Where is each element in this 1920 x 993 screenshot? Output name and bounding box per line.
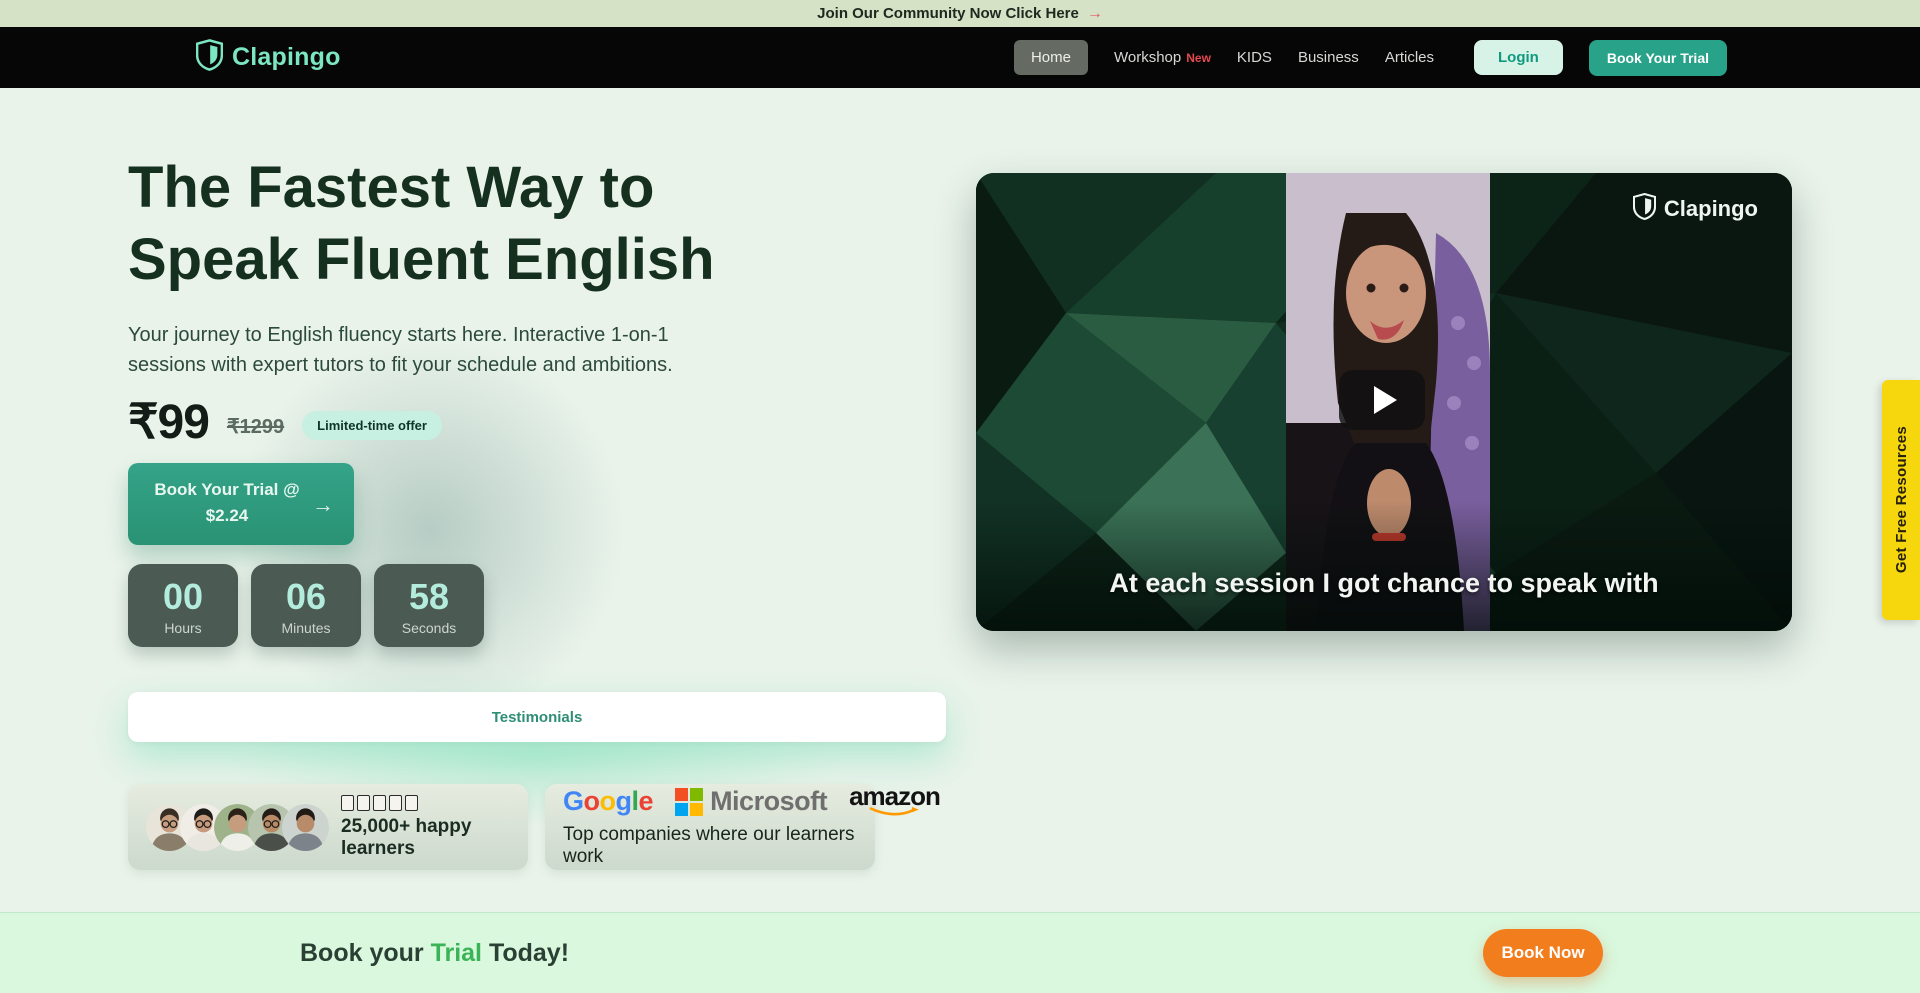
star-icon (357, 795, 370, 811)
community-banner-text: Join Our Community Now Click Here (817, 5, 1079, 22)
nav-links: Home WorkshopNew KIDS Business Articles … (1014, 40, 1727, 76)
hero-subtitle: Your journey to English fluency starts h… (128, 320, 738, 380)
star-icon (341, 795, 354, 811)
price-current: ₹99 (128, 394, 209, 450)
play-icon (1374, 386, 1397, 414)
free-resources-tab[interactable]: Get Free Resources (1882, 380, 1920, 620)
price-row: ₹99 ₹1299 Limited-time offer (128, 394, 442, 450)
price-old: ₹1299 (227, 414, 284, 439)
learner-avatars (146, 804, 329, 851)
book-now-button[interactable]: Book Now (1483, 929, 1603, 977)
countdown-hours: 00 Hours (128, 564, 238, 647)
free-resources-label: Get Free Resources (1893, 426, 1910, 573)
nav-book-trial-button[interactable]: Book Your Trial (1589, 40, 1727, 76)
community-banner[interactable]: Join Our Community Now Click Here → (0, 0, 1920, 27)
hero-video-player[interactable]: Clapingo At each session I got chance to… (976, 173, 1792, 631)
nav-item-kids[interactable]: KIDS (1237, 49, 1272, 66)
star-icon (405, 795, 418, 811)
countdown-minutes-value: 06 (286, 576, 326, 618)
video-caption: At each session I got chance to speak wi… (976, 568, 1792, 599)
new-badge: New (1186, 51, 1211, 65)
bottom-cta-bar: Book your Trial Today! Book Now (0, 912, 1920, 993)
countdown-hours-label: Hours (164, 620, 201, 636)
brand-logo[interactable]: Clapingo (196, 39, 341, 76)
video-watermark-text: Clapingo (1664, 196, 1758, 222)
navbar: Clapingo Home WorkshopNew KIDS Business … (0, 27, 1920, 88)
top-companies-text: Top companies where our learners work (563, 824, 857, 868)
amazon-smile-icon (865, 806, 923, 818)
nav-item-home[interactable]: Home (1014, 40, 1088, 75)
brand-name: Clapingo (232, 43, 341, 72)
nav-item-business[interactable]: Business (1298, 49, 1359, 66)
limited-offer-badge: Limited-time offer (302, 411, 442, 440)
star-icon (373, 795, 386, 811)
google-logo: Google (563, 786, 653, 817)
trial-highlight: Trial (431, 939, 482, 967)
shield-icon (1633, 193, 1656, 225)
happy-learners-card: 25,000+ happy learners (128, 784, 528, 870)
shield-icon (196, 39, 223, 76)
microsoft-squares-icon (675, 788, 703, 816)
nav-item-articles[interactable]: Articles (1385, 49, 1434, 66)
arrow-right-icon: → (312, 492, 334, 518)
bottom-cta-text: Book your Trial Today! (300, 939, 569, 968)
happy-learners-text: 25,000+ happy learners (341, 816, 510, 860)
countdown-minutes-label: Minutes (281, 620, 330, 636)
page: Join Our Community Now Click Here → Clap… (0, 0, 1920, 993)
book-trial-button[interactable]: Book Your Trial @ $2.24 → (128, 463, 354, 545)
video-watermark: Clapingo (1633, 193, 1758, 225)
countdown-seconds-value: 58 (409, 576, 449, 618)
countdown-seconds: 58 Seconds (374, 564, 484, 647)
play-button[interactable] (1339, 370, 1425, 430)
amazon-logo: amazon (849, 786, 940, 819)
video-caption-gradient (976, 501, 1792, 631)
microsoft-logo: Microsoft (675, 786, 827, 817)
countdown-timer: 00 Hours 06 Minutes 58 Seconds (128, 564, 484, 647)
star-icon (389, 795, 402, 811)
star-rating (341, 795, 510, 811)
page-title: The Fastest Way to Speak Fluent English (128, 152, 848, 296)
arrow-right-icon: → (1087, 5, 1103, 23)
countdown-seconds-label: Seconds (402, 620, 456, 636)
testimonials-tab[interactable]: Testimonials (128, 692, 946, 742)
book-trial-label: Book Your Trial @ $2.24 (152, 477, 302, 530)
countdown-hours-value: 00 (163, 576, 203, 618)
nav-item-workshop[interactable]: WorkshopNew (1114, 49, 1211, 66)
top-companies-card: Google Microsoft amazon Top companies wh… (545, 784, 875, 870)
countdown-minutes: 06 Minutes (251, 564, 361, 647)
login-button[interactable]: Login (1474, 40, 1563, 75)
